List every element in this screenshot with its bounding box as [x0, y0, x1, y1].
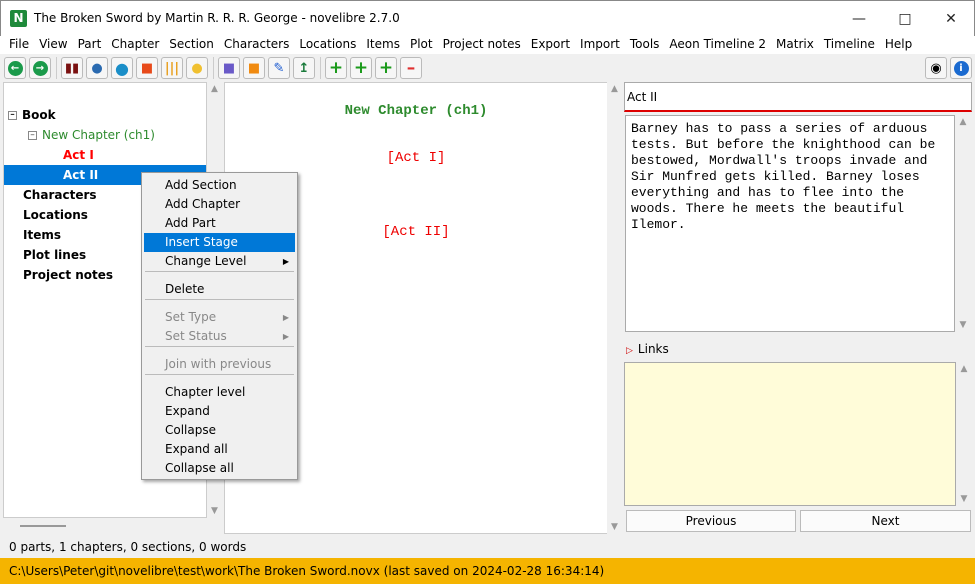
menu-item-delete[interactable]: Delete — [144, 280, 295, 299]
menu-matrix[interactable]: Matrix — [771, 36, 819, 54]
menu-item-join-with-previous: Join with previous — [165, 357, 272, 371]
menu-item-add-part[interactable]: Add Part — [144, 214, 295, 233]
menu-item-set-type: Set Type ▶ — [144, 308, 295, 327]
tree-item-locations[interactable]: Locations — [23, 205, 88, 225]
editor-scrollbar[interactable]: ▲ ▼ — [607, 82, 622, 534]
add-child-icon[interactable]: + — [350, 57, 372, 79]
app-logo: N — [10, 10, 27, 27]
menu-separator — [145, 374, 294, 375]
editor-stage-act-i: [Act I] — [386, 150, 446, 166]
menu-project-notes[interactable]: Project notes — [438, 36, 526, 54]
tree-item-chapter[interactable]: – New Chapter (ch1) — [28, 125, 155, 145]
submenu-arrow-icon: ▶ — [282, 257, 289, 266]
export-icon[interactable]: ↥ — [293, 57, 315, 79]
status-text: 0 parts, 1 chapters, 0 sections, 0 words — [9, 540, 247, 554]
locations-icon[interactable]: ● — [111, 57, 133, 79]
menu-separator — [145, 271, 294, 272]
menu-separator — [145, 299, 294, 300]
info-icon[interactable]: i — [950, 57, 972, 79]
menu-tools[interactable]: Tools — [625, 36, 665, 54]
menu-item-set-status: Set Status ▶ — [144, 327, 295, 346]
book-icon[interactable]: ▮▮ — [61, 57, 83, 79]
tree-item-plot-lines[interactable]: Plot lines — [23, 245, 86, 265]
tree-item-project-notes[interactable]: Project notes — [23, 265, 113, 285]
menu-aeon-timeline-2[interactable]: Aeon Timeline 2 — [664, 36, 771, 54]
menu-bar: File View Part Chapter Section Characters Loca… — [0, 36, 975, 54]
menu-item-insert-stage[interactable]: Insert Stage — [144, 233, 295, 252]
title-bar: N The Broken Sword by Martin R. R. R. Ge… — [0, 0, 975, 36]
menu-item-collapse[interactable]: Collapse — [144, 421, 295, 440]
context-menu: Add Section Add Chapter Add Part Insert Sta… — [141, 172, 298, 480]
previous-button[interactable]: Previous — [626, 510, 796, 532]
tree-item-characters[interactable]: Characters — [23, 185, 97, 205]
save-icon[interactable]: ■ — [218, 57, 240, 79]
menu-export[interactable]: Export — [526, 36, 575, 54]
menu-section[interactable]: Section — [164, 36, 219, 54]
next-button[interactable]: Next — [800, 510, 971, 532]
tree-horizontal-scrollbar[interactable] — [20, 525, 66, 527]
menu-locations[interactable]: Locations — [294, 36, 361, 54]
menu-plot[interactable]: Plot — [405, 36, 438, 54]
toolbar: ← → ▮▮ ● ● ■ ||| ● ■ ■ ✎ ↥ + + + – ◉ i — [0, 54, 975, 82]
expand-icon: ▷ — [626, 346, 633, 356]
menu-timeline[interactable]: Timeline — [819, 36, 880, 54]
menu-item-add-chapter[interactable]: Add Chapter — [144, 195, 295, 214]
menu-help[interactable]: Help — [880, 36, 917, 54]
menu-view[interactable]: View — [34, 36, 72, 54]
menu-item-collapse-all[interactable]: Collapse all — [144, 459, 295, 478]
submenu-arrow-icon: ▶ — [282, 313, 289, 322]
window-title: The Broken Sword by Martin R. R. R. Geor… — [34, 11, 400, 25]
notes-field[interactable] — [624, 362, 956, 506]
characters-icon[interactable]: ● — [86, 57, 108, 79]
tree-item-act-i[interactable]: Act I — [63, 145, 94, 165]
menu-items[interactable]: Items — [361, 36, 405, 54]
back-icon[interactable]: ← — [4, 57, 26, 79]
menu-item-chapter-level[interactable]: Chapter level — [144, 383, 295, 402]
lock-icon[interactable]: ■ — [243, 57, 265, 79]
items-icon[interactable]: ■ — [136, 57, 158, 79]
menu-item-expand[interactable]: Expand — [144, 402, 295, 421]
add-icon[interactable]: + — [325, 57, 347, 79]
menu-import[interactable]: Import — [575, 36, 625, 54]
minimize-button[interactable]: — — [836, 7, 882, 31]
delete-icon[interactable]: – — [400, 57, 422, 79]
tree-item-items[interactable]: Items — [23, 225, 61, 245]
menu-separator — [145, 346, 294, 347]
links-toggle[interactable]: ▷ Links — [624, 340, 972, 360]
plot-lines-icon[interactable]: ||| — [161, 57, 183, 79]
menu-item-change-level[interactable]: Change Level ▶ — [144, 252, 295, 271]
menu-characters[interactable]: Characters — [219, 36, 295, 54]
notes-scrollbar[interactable]: ▲ ▼ — [956, 362, 972, 506]
editor-chapter-heading: New Chapter (ch1) — [344, 103, 488, 119]
submenu-arrow-icon: ▶ — [282, 332, 289, 341]
project-notes-icon[interactable]: ● — [186, 57, 208, 79]
element-title-field[interactable]: Act II — [624, 82, 972, 112]
description-scrollbar[interactable]: ▲ ▼ — [955, 115, 971, 332]
menu-item-add-section[interactable]: Add Section — [144, 176, 295, 195]
tree-item-book[interactable]: – Book — [8, 105, 56, 125]
edit-icon[interactable]: ✎ — [268, 57, 290, 79]
menu-chapter[interactable]: Chapter — [106, 36, 164, 54]
menu-part[interactable]: Part — [73, 36, 107, 54]
add-parent-icon[interactable]: + — [375, 57, 397, 79]
menu-item-expand-all[interactable]: Expand all — [144, 440, 295, 459]
file-path-bar: C:\Users\Peter\git\novelibre\test\work\T… — [0, 558, 975, 584]
menu-file[interactable]: File — [4, 36, 34, 54]
close-button[interactable]: ✕ — [928, 7, 974, 31]
maximize-button[interactable]: □ — [882, 7, 928, 31]
description-field[interactable]: Barney has to pass a series of arduous t… — [625, 115, 955, 332]
forward-icon[interactable]: → — [29, 57, 51, 79]
view-icon[interactable]: ◉ — [925, 57, 947, 79]
